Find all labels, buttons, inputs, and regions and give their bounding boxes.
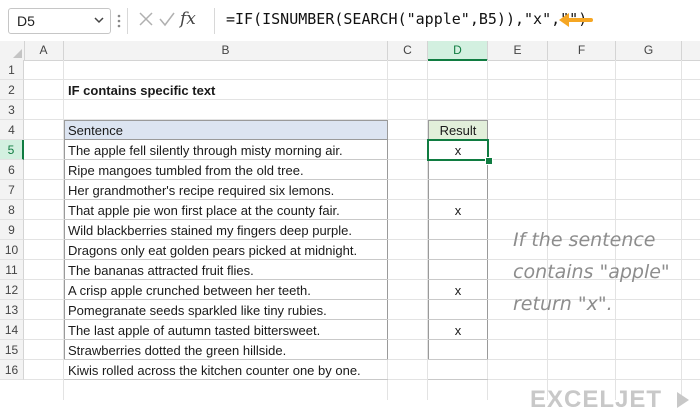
- column-header-a[interactable]: A: [24, 41, 64, 60]
- formula-bar: D5 fx =IF(ISNUMBER(SEARCH("apple",B5)),"…: [0, 0, 700, 42]
- drag-handle-icon[interactable]: [117, 14, 121, 28]
- table-row-sentence[interactable]: Strawberries dotted the green hillside.: [68, 343, 286, 358]
- exceljet-logo-icon: [677, 392, 689, 408]
- column-header-c[interactable]: C: [388, 41, 428, 60]
- gridline: [24, 99, 700, 100]
- column-header-b[interactable]: B: [64, 41, 388, 60]
- table-row-divider: [428, 319, 488, 320]
- row-header-3[interactable]: 3: [0, 100, 24, 120]
- result-header: Result: [439, 123, 477, 138]
- table-row-divider: [428, 279, 488, 280]
- table-row-divider: [428, 179, 488, 180]
- name-box[interactable]: D5: [8, 8, 111, 34]
- chevron-down-icon[interactable]: [94, 16, 104, 24]
- column-header-g[interactable]: G: [616, 41, 682, 60]
- enter-check-icon[interactable]: [158, 11, 176, 27]
- row-header-16[interactable]: 16: [0, 360, 24, 380]
- table-row-divider: [64, 179, 388, 180]
- table-row-sentence[interactable]: Her grandmother's recipe required six le…: [68, 183, 334, 198]
- table-row-result[interactable]: x: [428, 323, 488, 338]
- table-row-sentence[interactable]: That apple pie won first place at the co…: [68, 203, 340, 218]
- row-header-8[interactable]: 8: [0, 200, 24, 220]
- table-row-sentence[interactable]: A crisp apple crunched between her teeth…: [68, 283, 311, 298]
- row-header-7[interactable]: 7: [0, 180, 24, 200]
- row-header-15[interactable]: 15: [0, 340, 24, 360]
- row-header-6[interactable]: 6: [0, 160, 24, 180]
- row-header-13[interactable]: 13: [0, 300, 24, 320]
- name-box-value: D5: [17, 13, 35, 29]
- table-row-divider: [64, 159, 388, 160]
- row-header-10[interactable]: 10: [0, 240, 24, 260]
- row-header-4[interactable]: 4: [0, 120, 24, 140]
- row-header-1[interactable]: 1: [0, 60, 24, 80]
- row-header-5[interactable]: 5: [0, 140, 24, 160]
- table-row-divider: [64, 319, 388, 320]
- table-row-sentence[interactable]: Wild blackberries stained my fingers dee…: [68, 223, 352, 238]
- row-header-11[interactable]: 11: [0, 260, 24, 280]
- table-row-divider: [64, 219, 388, 220]
- table-row-result[interactable]: x: [428, 283, 488, 298]
- select-all-button[interactable]: [0, 41, 25, 60]
- column-header-e[interactable]: E: [488, 41, 548, 60]
- table-row-divider: [428, 299, 488, 300]
- table-row-sentence[interactable]: The bananas attracted fruit flies.: [68, 263, 254, 278]
- row-header-12[interactable]: 12: [0, 280, 24, 300]
- table-row-divider: [64, 379, 388, 380]
- row-header-2[interactable]: 2: [0, 80, 24, 100]
- separator: [214, 8, 215, 34]
- table-row-divider: [64, 239, 388, 240]
- table-row-divider: [428, 359, 488, 360]
- separator: [127, 8, 128, 34]
- table-row-result[interactable]: x: [428, 203, 488, 218]
- column-header-d[interactable]: D: [428, 41, 488, 61]
- gridline: [24, 79, 700, 80]
- table-row-sentence[interactable]: Dragons only eat golden pears picked at …: [68, 243, 357, 258]
- table-row-divider: [428, 239, 488, 240]
- table-row-divider: [64, 299, 388, 300]
- table-row-divider: [64, 199, 388, 200]
- logo-text: EXCELJET: [530, 386, 663, 413]
- fx-icon[interactable]: fx: [180, 9, 196, 29]
- worksheet-grid: A B C D E F G 1 2 3 4 5 6 7 8 9 10 11 12 13 14 15 16 IF…: [0, 41, 700, 413]
- row-header-9[interactable]: 9: [0, 220, 24, 240]
- table-row-divider: [64, 279, 388, 280]
- table-row-sentence[interactable]: The apple fell silently through misty mo…: [68, 143, 343, 158]
- table-row-divider: [428, 339, 488, 340]
- select-all-triangle-icon: [13, 49, 22, 58]
- arrow-left-icon: [559, 13, 593, 27]
- sheet-title: IF contains specific text: [68, 83, 216, 98]
- table-row-divider: [428, 379, 488, 380]
- table-row-sentence[interactable]: Pomegranate seeds sparkled like tiny rub…: [68, 303, 327, 318]
- table-row-sentence[interactable]: Kiwis rolled across the kitchen counter …: [68, 363, 361, 378]
- cancel-icon[interactable]: [138, 11, 154, 27]
- active-cell-selection[interactable]: [427, 139, 489, 161]
- table-row-divider: [428, 259, 488, 260]
- table-row-sentence[interactable]: Ripe mangoes tumbled from the old tree.: [68, 163, 304, 178]
- table-row-divider: [64, 339, 388, 340]
- table-row-divider: [428, 199, 488, 200]
- table-row-divider: [64, 359, 388, 360]
- row-header-14[interactable]: 14: [0, 320, 24, 340]
- table-row-divider: [428, 219, 488, 220]
- fill-handle[interactable]: [485, 157, 493, 165]
- column-header-f[interactable]: F: [548, 41, 616, 60]
- table-row-sentence[interactable]: The last apple of autumn tasted bittersw…: [68, 323, 320, 338]
- annotation-note: If the sentence contains "apple" return …: [513, 229, 670, 315]
- formula-input[interactable]: =IF(ISNUMBER(SEARCH("apple",B5)),"x",""): [226, 10, 587, 28]
- table-row-divider: [64, 259, 388, 260]
- sentence-header: Sentence: [68, 123, 123, 138]
